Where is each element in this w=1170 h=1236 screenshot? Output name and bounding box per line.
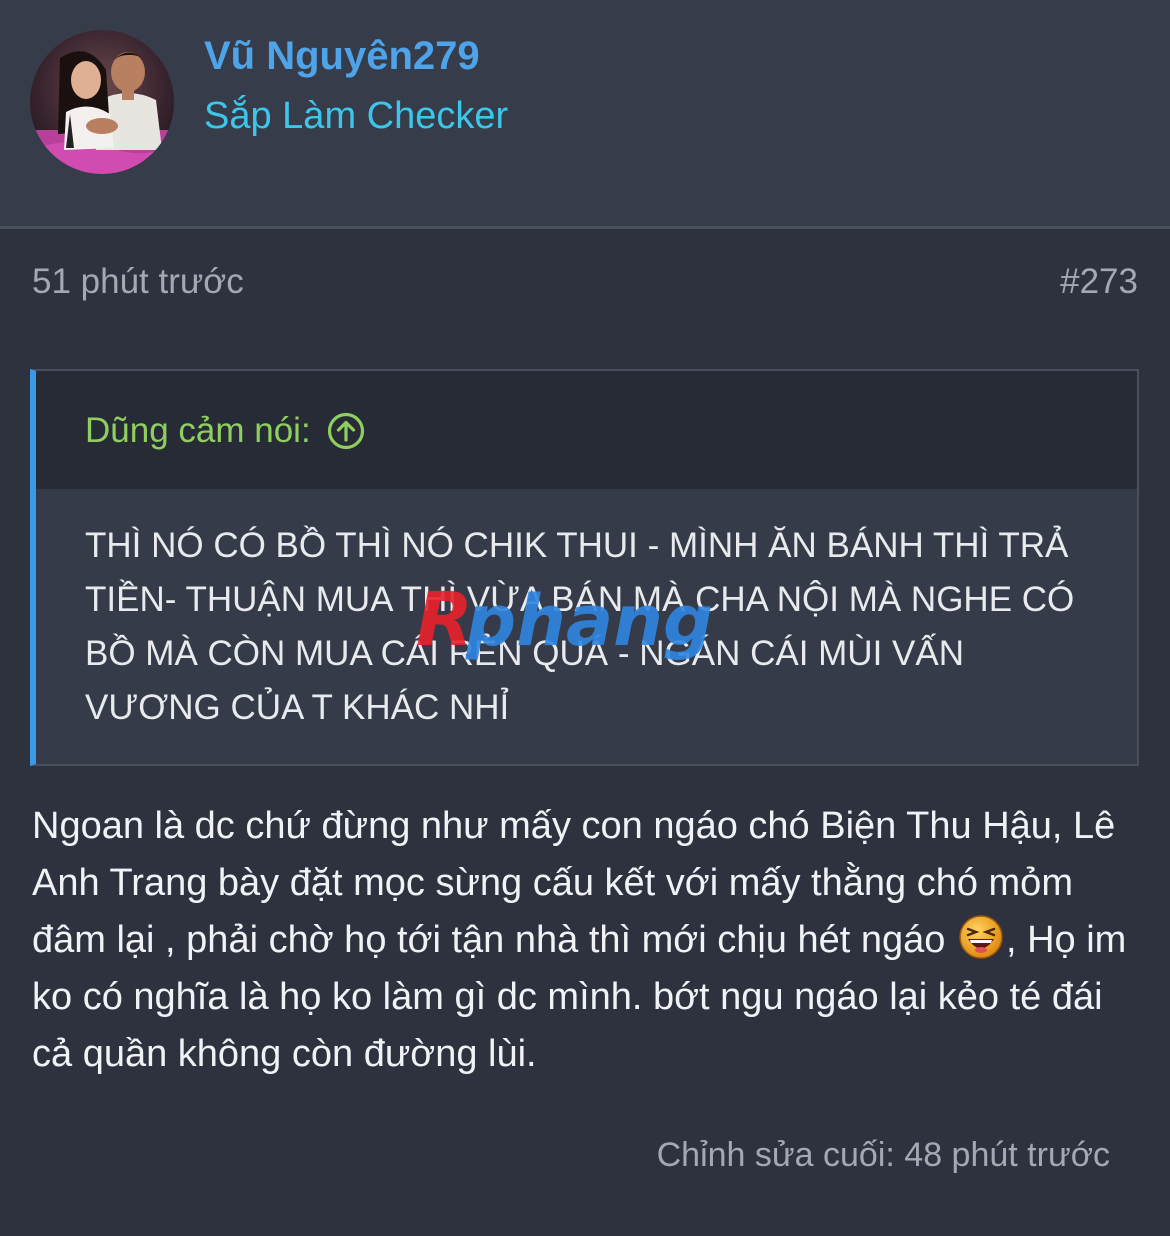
avatar-photo bbox=[30, 30, 174, 174]
quote-author-label: Dũng cảm nói: bbox=[85, 411, 311, 450]
user-avatar[interactable] bbox=[30, 30, 174, 174]
username-link[interactable]: Vũ Nguyên279 bbox=[204, 34, 480, 79]
last-edited-note: Chỉnh sửa cuối: 48 phút trước bbox=[656, 1136, 1110, 1174]
quote-author-link[interactable]: Dũng cảm nói: bbox=[85, 411, 365, 451]
post-body: Ngoan là dc chứ đừng như mấy con ngáo ch… bbox=[32, 798, 1142, 1083]
user-header: Vũ Nguyên279 Sắp Làm Checker bbox=[0, 0, 1170, 229]
post-body-part1: Ngoan là dc chứ đừng như mấy con ngáo ch… bbox=[32, 805, 1116, 961]
laughing-emoji-icon bbox=[958, 914, 1004, 960]
quote-header: Dũng cảm nói: bbox=[36, 371, 1137, 489]
post-number-link[interactable]: #273 bbox=[1060, 262, 1138, 302]
quote-block: Dũng cảm nói: THÌ NÓ CÓ BỒ THÌ NÓ CHIK T… bbox=[30, 369, 1139, 766]
post-timestamp[interactable]: 51 phút trước bbox=[32, 262, 244, 302]
user-title: Sắp Làm Checker bbox=[204, 95, 509, 137]
arrow-up-circle-icon[interactable] bbox=[327, 412, 365, 450]
quote-text: THÌ NÓ CÓ BỒ THÌ NÓ CHIK THUI - MÌNH ĂN … bbox=[85, 526, 1075, 727]
